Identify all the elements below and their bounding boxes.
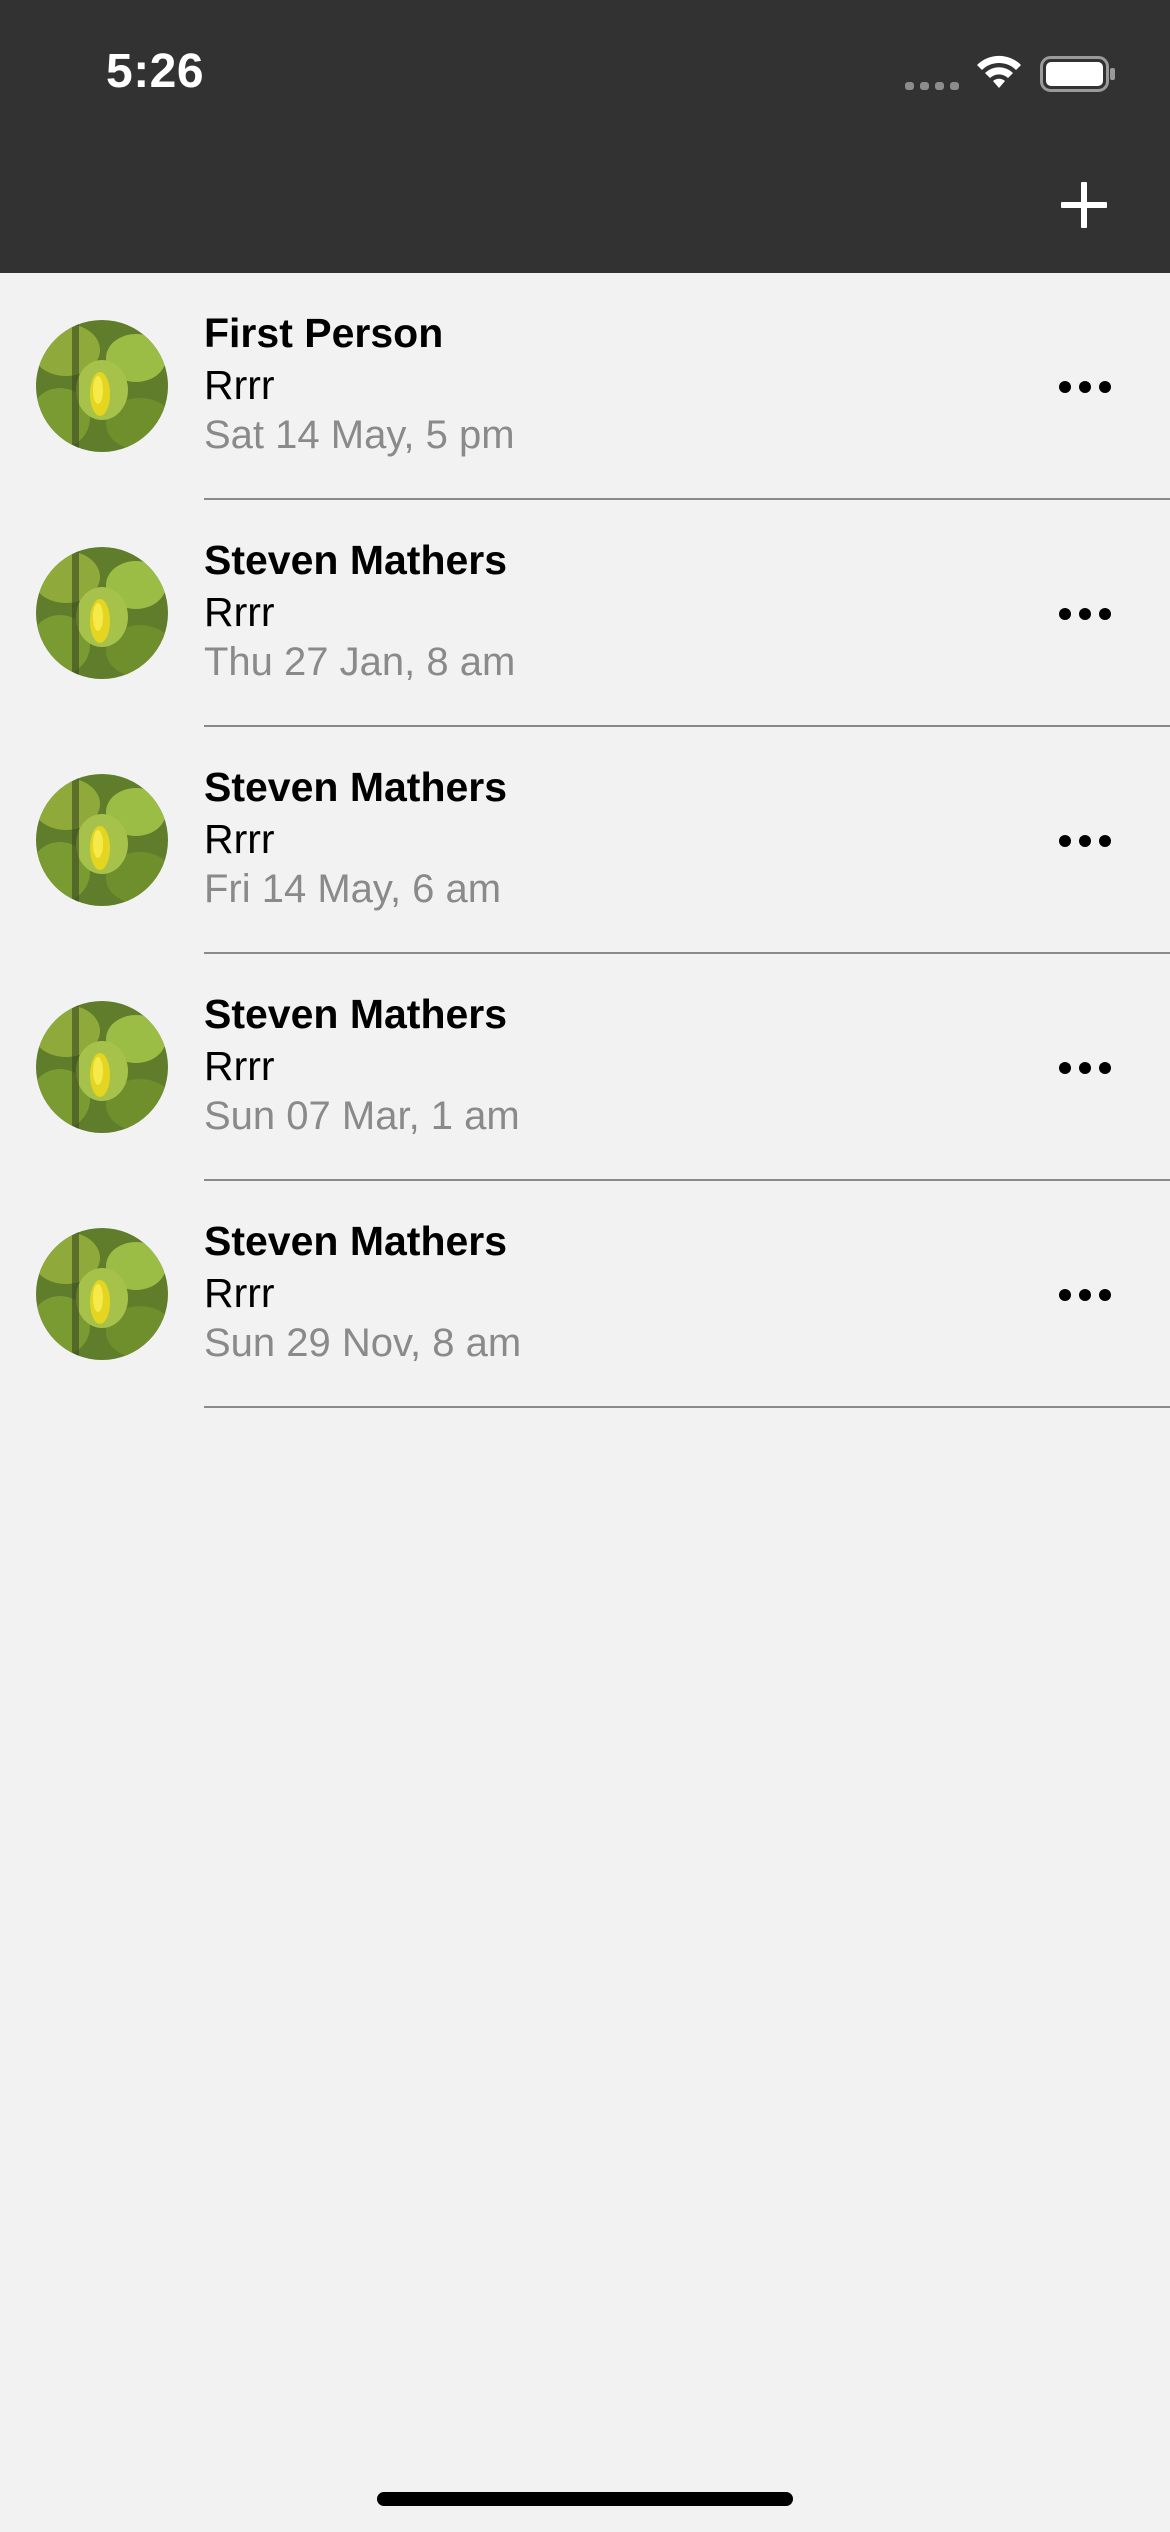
contact-name: Steven Mathers bbox=[204, 537, 508, 583]
list-item[interactable]: Steven Mathers Rrrr Fri 14 May, 6 am bbox=[0, 727, 1170, 954]
cellular-signal-icon bbox=[905, 82, 959, 90]
message-timestamp: Sun 07 Mar, 1 am bbox=[204, 1094, 520, 1138]
message-preview: Rrrr bbox=[204, 362, 275, 408]
avatar bbox=[36, 1228, 168, 1360]
top-bar: 5:26 bbox=[0, 0, 1170, 273]
message-preview: Rrrr bbox=[204, 589, 275, 635]
more-options-icon[interactable] bbox=[1056, 596, 1114, 632]
contact-name: First Person bbox=[204, 310, 444, 356]
message-timestamp: Sun 29 Nov, 8 am bbox=[204, 1321, 522, 1365]
avatar bbox=[36, 547, 168, 679]
home-indicator[interactable] bbox=[377, 2492, 793, 2506]
message-timestamp: Sat 14 May, 5 pm bbox=[204, 413, 515, 457]
more-options-icon[interactable] bbox=[1056, 1277, 1114, 1313]
conversation-list: First Person Rrrr Sat 14 May, 5 pm Steve… bbox=[0, 273, 1170, 1408]
row-divider bbox=[204, 1406, 1170, 1408]
message-timestamp: Thu 27 Jan, 8 am bbox=[204, 640, 516, 684]
more-options-icon[interactable] bbox=[1056, 1050, 1114, 1086]
add-button[interactable] bbox=[1054, 176, 1114, 236]
list-item[interactable]: Steven Mathers Rrrr Sun 29 Nov, 8 am bbox=[0, 1181, 1170, 1408]
contact-name: Steven Mathers bbox=[204, 764, 508, 810]
avatar bbox=[36, 774, 168, 906]
contact-name: Steven Mathers bbox=[204, 991, 508, 1037]
list-item[interactable]: Steven Mathers Rrrr Thu 27 Jan, 8 am bbox=[0, 500, 1170, 727]
message-preview: Rrrr bbox=[204, 1043, 275, 1089]
battery-icon bbox=[1040, 56, 1115, 92]
more-options-icon[interactable] bbox=[1056, 369, 1114, 405]
status-time: 5:26 bbox=[106, 45, 205, 98]
wifi-icon bbox=[977, 55, 1021, 88]
message-preview: Rrrr bbox=[204, 1270, 275, 1316]
list-item[interactable]: Steven Mathers Rrrr Sun 07 Mar, 1 am bbox=[0, 954, 1170, 1181]
message-preview: Rrrr bbox=[204, 816, 275, 862]
list-item[interactable]: First Person Rrrr Sat 14 May, 5 pm bbox=[0, 273, 1170, 500]
more-options-icon[interactable] bbox=[1056, 823, 1114, 859]
contact-name: Steven Mathers bbox=[204, 1218, 508, 1264]
message-timestamp: Fri 14 May, 6 am bbox=[204, 867, 502, 911]
avatar bbox=[36, 320, 168, 452]
avatar bbox=[36, 1001, 168, 1133]
screen: 5:26 First Person Rrrr Sat 14 May, 5 pm … bbox=[0, 0, 1170, 2532]
